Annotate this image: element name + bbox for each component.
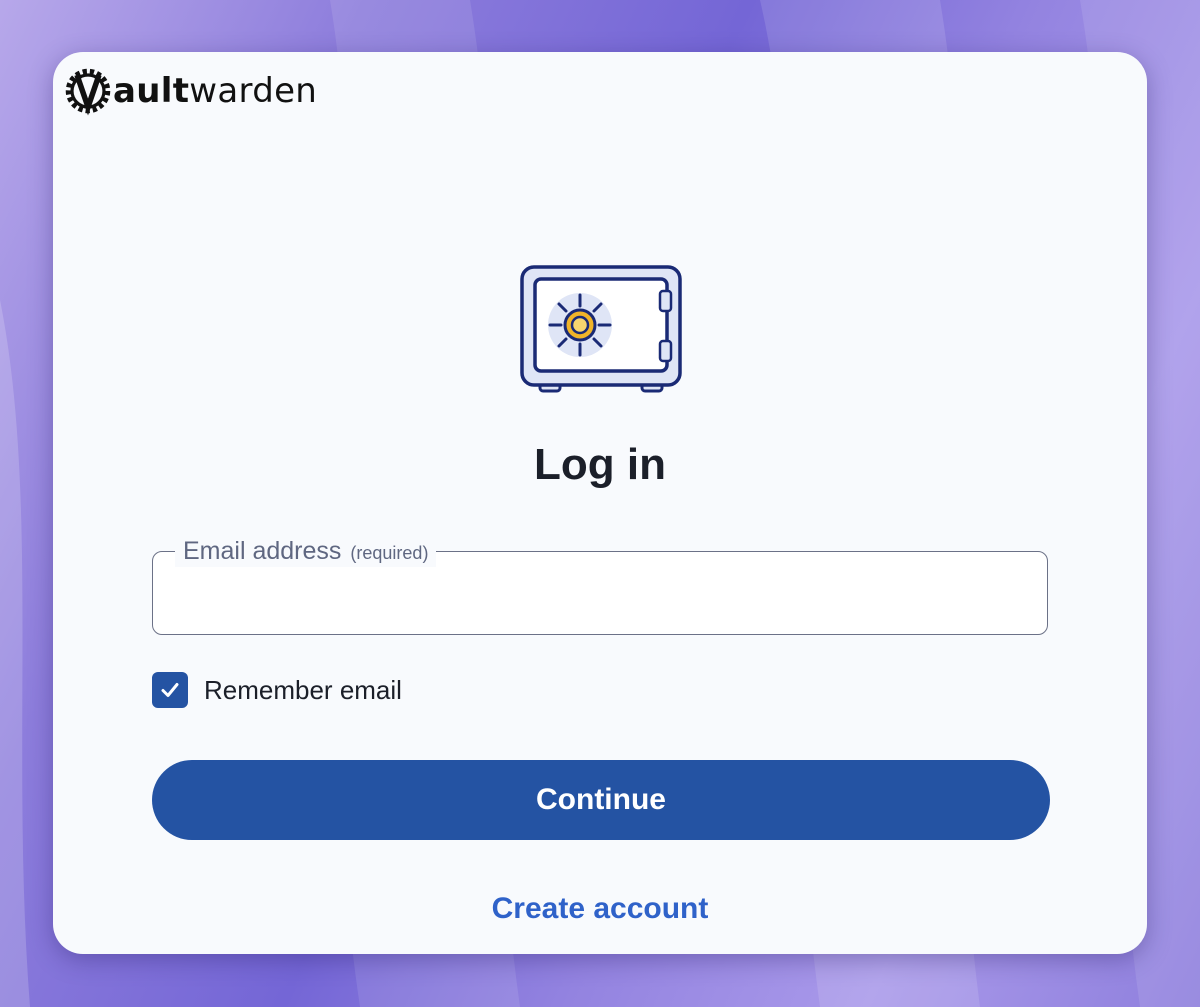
continue-button[interactable]: Continue <box>152 760 1050 840</box>
remember-email-option[interactable]: Remember email <box>152 672 402 708</box>
vaultwarden-gear-v-icon <box>65 68 111 116</box>
brand-logo[interactable]: aultwarden <box>61 66 317 116</box>
email-input[interactable] <box>171 582 1029 624</box>
remember-email-label[interactable]: Remember email <box>204 675 402 706</box>
email-field-required-note: (required) <box>350 543 429 563</box>
email-field-label: Email address <box>183 537 342 565</box>
brand-name-bold: ault <box>113 71 190 111</box>
email-field-legend: Email address (required) <box>175 537 437 567</box>
create-account-link[interactable]: Create account <box>53 892 1147 926</box>
safe-icon <box>520 265 682 393</box>
login-card: aultwarden Log in Email address (require… <box>53 52 1147 954</box>
page-title: Log in <box>534 440 666 489</box>
brand-name-light: warden <box>189 71 318 111</box>
remember-email-checkbox[interactable] <box>152 672 188 708</box>
email-field[interactable]: Email address (required) <box>152 537 1048 635</box>
checkmark-icon <box>161 683 179 697</box>
brand-name: aultwarden <box>113 74 317 108</box>
